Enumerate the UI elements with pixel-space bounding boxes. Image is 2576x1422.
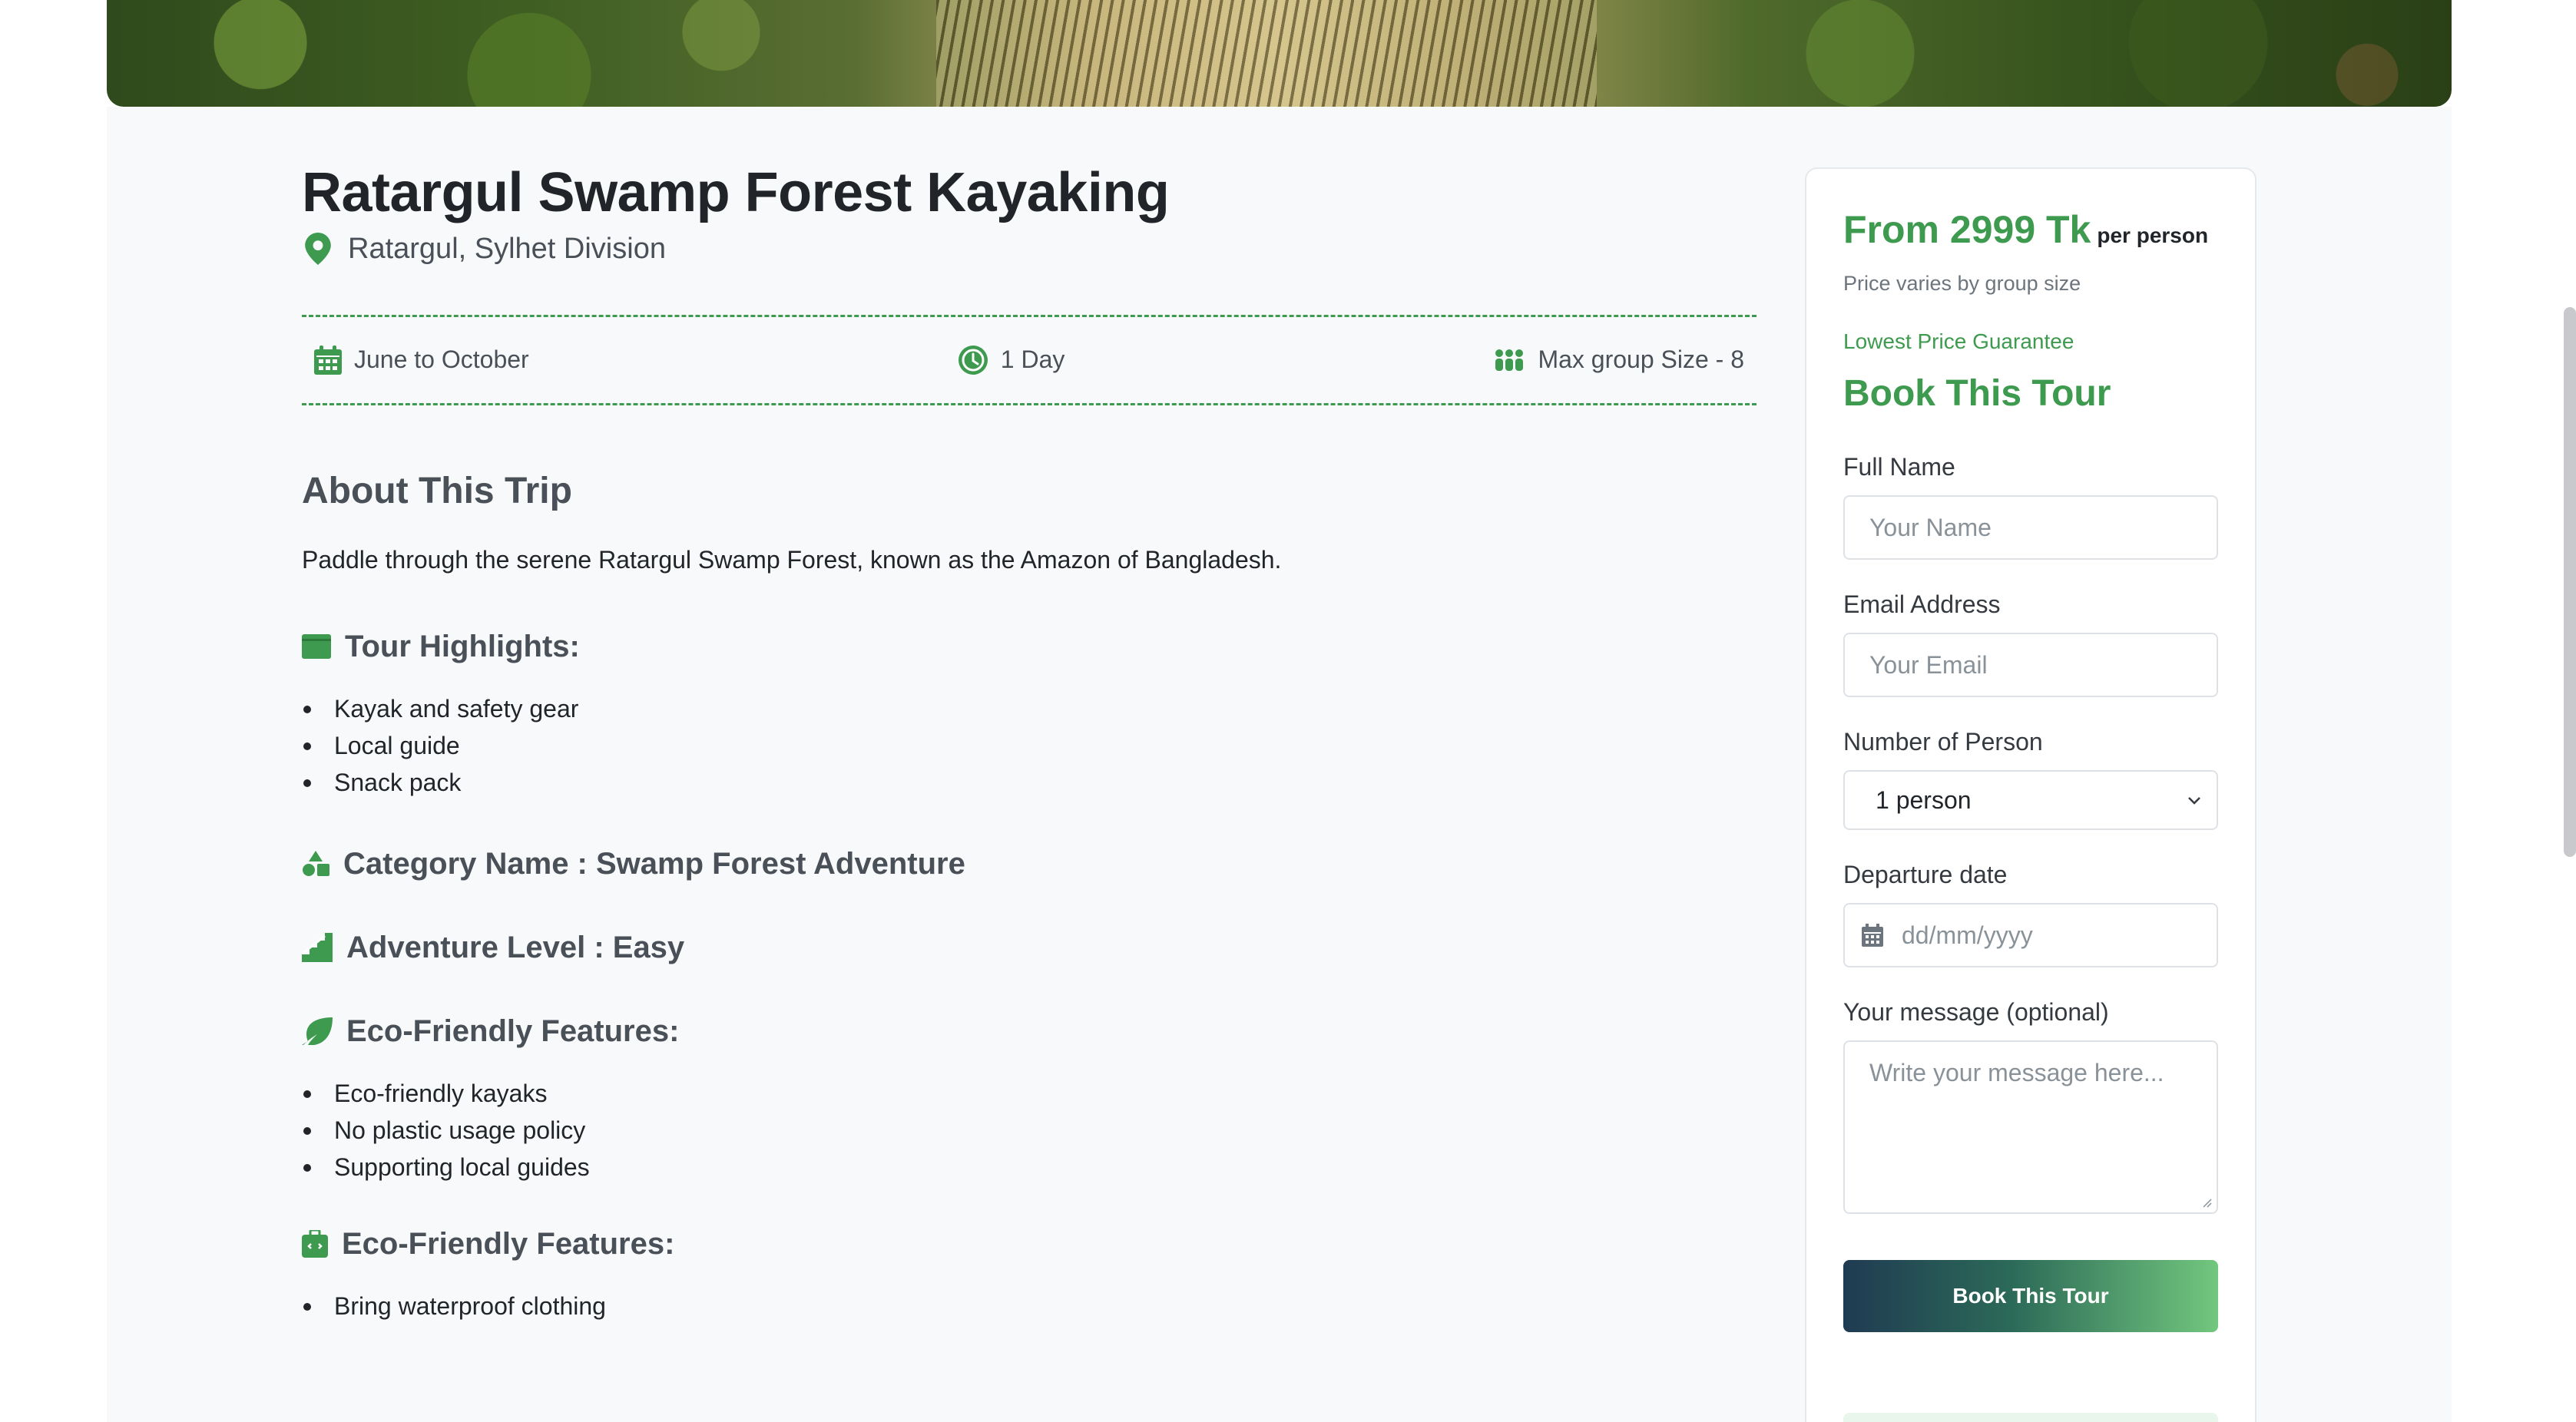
suitcase-icon (302, 1230, 328, 1258)
location-row: Ratargul, Sylhet Division (302, 233, 1757, 266)
group-size-text: Max group Size - 8 (1538, 346, 1744, 374)
price-guarantee: Lowest Price Guarantee (1843, 329, 2074, 353)
packing-list: Bring waterproof clothing (302, 1288, 1757, 1324)
tour-details: Ratargul Swamp Forest Kayaking Ratargul,… (302, 161, 1757, 1324)
price-line: From 2999 Tk per person (1843, 207, 2218, 252)
highlights-list: Kayak and safety gear Local guide Snack … (302, 690, 1757, 801)
packing-heading: Eco-Friendly Features: (302, 1227, 1757, 1262)
shapes-icon (303, 851, 329, 877)
persons-label: Number of Person (1843, 728, 2043, 756)
message-placeholder: Write your message here... (1869, 1059, 2164, 1086)
secondary-panel-edge (1843, 1413, 2218, 1422)
persons-select-value: 1 person (1876, 785, 1972, 814)
price-unit: per person (2097, 223, 2209, 247)
list-item: Local guide (302, 727, 1757, 764)
leaf-icon (302, 1017, 333, 1046)
page-title: Ratargul Swamp Forest Kayaking (302, 162, 1170, 223)
booking-card: From 2999 Tk per person Price varies by … (1805, 167, 2256, 1422)
chevron-down-icon (2188, 797, 2200, 805)
book-tour-button[interactable]: Book This Tour (1843, 1260, 2218, 1332)
location-text: Ratargul, Sylhet Division (348, 232, 666, 265)
group-size-info: Max group Size - 8 (1493, 346, 1744, 374)
tour-meta-bar: June to October 1 Day Max group Size - 8 (302, 314, 1757, 405)
highlights-heading: Tour Highlights: (302, 630, 1757, 664)
eco-features-list: Eco-friendly kayaks No plastic usage pol… (302, 1075, 1757, 1186)
packing-section: Eco-Friendly Features: Bring waterproof … (302, 1227, 1757, 1324)
date-label: Departure date (1843, 861, 2008, 888)
scrollbar-thumb[interactable] (2564, 307, 2576, 857)
list-item: Eco-friendly kayaks (302, 1075, 1757, 1112)
message-textarea[interactable]: Write your message here... (1843, 1040, 2218, 1214)
email-label: Email Address (1843, 590, 2001, 618)
list-item: Snack pack (302, 764, 1757, 801)
calendar-icon (1862, 924, 1883, 947)
duration-info: 1 Day (958, 345, 1065, 375)
list-item: Bring waterproof clothing (302, 1288, 1757, 1324)
name-input[interactable] (1843, 495, 2218, 560)
hero-boat-slats (936, 0, 1597, 107)
price-value: From 2999 Tk (1843, 208, 2091, 251)
duration-text: 1 Day (1000, 346, 1065, 374)
resize-grip-icon[interactable] (2201, 1197, 2212, 1208)
hero-foliage-right (1607, 0, 2452, 107)
season-info: June to October (314, 345, 529, 375)
price-note: Price varies by group size (1843, 272, 2081, 295)
booking-heading: Book This Tour (1843, 373, 2111, 414)
about-description: Paddle through the serene Ratargul Swamp… (302, 545, 1282, 574)
people-icon (1495, 349, 1524, 371)
list-item: Supporting local guides (302, 1149, 1757, 1186)
list-item: Kayak and safety gear (302, 690, 1757, 727)
hero-foliage-left (107, 0, 875, 107)
highlights-section: Tour Highlights: Kayak and safety gear L… (302, 630, 1757, 801)
eco-features-section: Eco-Friendly Features: Eco-friendly kaya… (302, 1014, 1757, 1186)
date-input[interactable]: dd/mm/yyyy (1843, 903, 2218, 967)
stairs-icon (302, 933, 333, 963)
calendar-icon (314, 345, 342, 375)
card-icon (302, 634, 331, 660)
season-text: June to October (354, 346, 529, 374)
adventure-level-heading: Adventure Level : Easy (302, 931, 1757, 965)
eco-features-heading: Eco-Friendly Features: (302, 1014, 1757, 1049)
date-placeholder: dd/mm/yyyy (1902, 921, 2033, 949)
persons-select[interactable]: 1 person (1843, 770, 2218, 830)
email-input[interactable] (1843, 633, 2218, 697)
hero-image (107, 0, 2452, 107)
list-item: No plastic usage policy (302, 1112, 1757, 1149)
message-label: Your message (optional) (1843, 998, 2109, 1026)
name-label: Full Name (1843, 453, 1955, 481)
category-heading: Category Name : Swamp Forest Adventure (302, 847, 1757, 881)
clock-icon (958, 345, 988, 375)
about-heading: About This Trip (302, 470, 572, 511)
map-pin-icon (305, 233, 331, 266)
